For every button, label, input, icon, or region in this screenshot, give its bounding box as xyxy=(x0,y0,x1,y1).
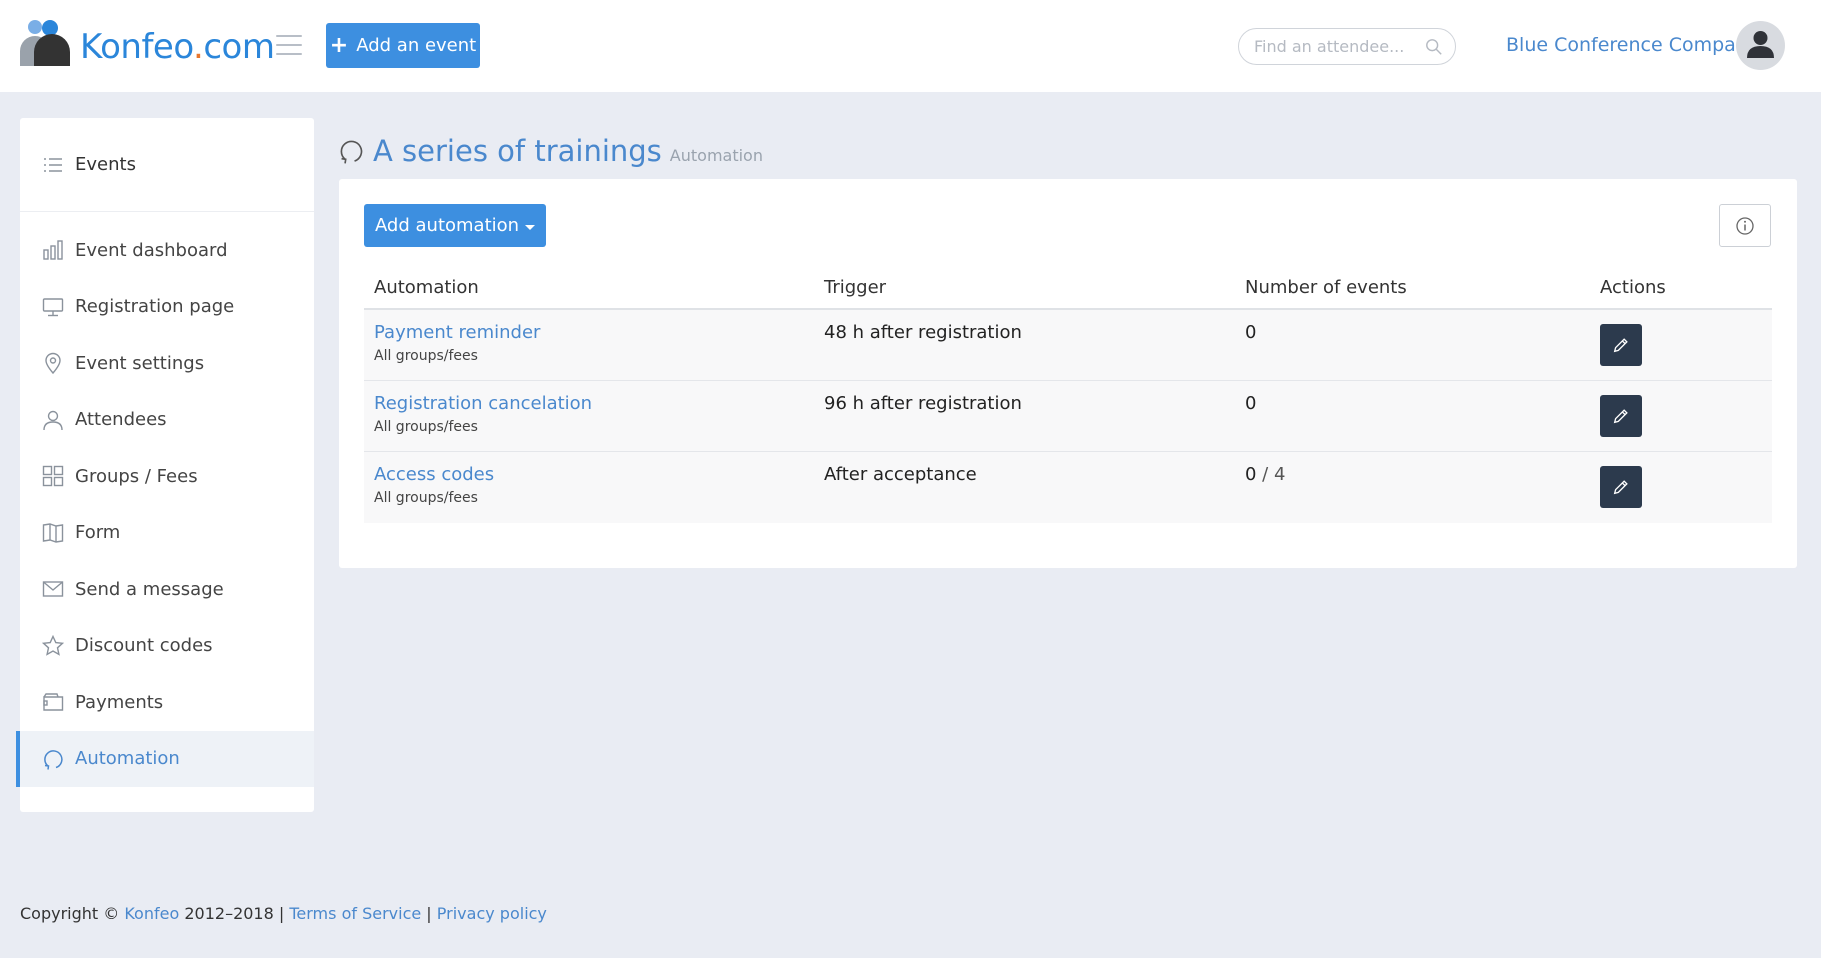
sidebar-item-groups-fees[interactable]: Groups / Fees xyxy=(20,448,314,505)
monitor-icon xyxy=(42,298,64,316)
page-title[interactable]: A series of trainings xyxy=(373,134,662,168)
terms-of-service-link[interactable]: Terms of Service xyxy=(289,904,421,923)
list-icon xyxy=(44,157,62,172)
sidebar-item-form[interactable]: Form xyxy=(20,505,314,562)
company-name-link[interactable]: Blue Conference Company xyxy=(1506,34,1759,56)
automation-table: Automation Trigger Number of events Acti… xyxy=(364,267,1772,523)
trigger-text: 96 h after registration xyxy=(824,393,1022,414)
event-count: 0 xyxy=(1245,322,1257,343)
refresh-icon xyxy=(340,140,363,164)
avatar[interactable] xyxy=(1736,21,1785,70)
table-row: Payment reminder All groups/fees 48 h af… xyxy=(364,310,1772,381)
plus-icon: + xyxy=(329,32,349,58)
logo-mark-icon xyxy=(20,20,72,66)
search-icon[interactable] xyxy=(1425,38,1443,56)
edit-button[interactable] xyxy=(1600,324,1642,366)
trigger-text: 48 h after registration xyxy=(824,322,1022,343)
refresh-icon xyxy=(44,749,63,770)
footer: Copyright © Konfeo 2012–2018 | Terms of … xyxy=(20,904,547,923)
sidebar-item-label: Event settings xyxy=(75,352,205,374)
sidebar-item-label: Registration page xyxy=(75,296,235,318)
sidebar-nav: Event dashboard Registration page Event … xyxy=(16,212,314,787)
info-button[interactable] xyxy=(1719,204,1771,247)
automation-scope: All groups/fees xyxy=(374,348,478,364)
add-event-label: Add an event xyxy=(356,35,477,56)
sidebar-item-event-dashboard[interactable]: Event dashboard xyxy=(20,222,314,279)
hamburger-menu-icon[interactable] xyxy=(276,35,302,55)
grid-icon xyxy=(42,466,64,487)
sidebar-item-label: Payments xyxy=(75,691,164,713)
sidebar-item-label: Events xyxy=(75,154,136,175)
automation-scope: All groups/fees xyxy=(374,419,478,435)
search-input[interactable] xyxy=(1254,37,1425,56)
edit-button[interactable] xyxy=(1600,395,1642,437)
wallet-icon xyxy=(43,693,64,711)
add-automation-label: Add automation xyxy=(374,215,520,236)
user-silhouette-icon xyxy=(1747,31,1774,58)
logo[interactable]: Konfeo.com xyxy=(20,18,275,67)
sidebar-item-label: Form xyxy=(75,522,121,544)
column-header-trigger: Trigger xyxy=(824,277,887,298)
sidebar-item-events[interactable]: Events xyxy=(20,118,314,212)
trigger-text: After acceptance xyxy=(824,464,977,485)
pencil-icon xyxy=(1613,480,1628,495)
page-header: A series of trainings Automation xyxy=(338,134,763,168)
sidebar-item-label: Attendees xyxy=(75,409,167,431)
table-header: Automation Trigger Number of events Acti… xyxy=(364,267,1772,310)
sidebar-item-payments[interactable]: Payments xyxy=(20,674,314,731)
column-header-actions: Actions xyxy=(1600,277,1666,298)
add-automation-button[interactable]: Add automation xyxy=(364,204,546,247)
envelope-icon xyxy=(42,581,64,597)
edit-button[interactable] xyxy=(1600,466,1642,508)
automation-name-link[interactable]: Registration cancelation xyxy=(374,393,824,414)
sidebar-item-discount-codes[interactable]: Discount codes xyxy=(20,618,314,675)
page-subtitle: Automation xyxy=(669,146,763,165)
logo-text: Konfeo.com xyxy=(80,27,275,67)
user-icon xyxy=(43,410,63,430)
sidebar-item-label: Automation xyxy=(75,748,180,770)
sidebar-item-attendees[interactable]: Attendees xyxy=(20,392,314,449)
copyright-years: 2012–2018 xyxy=(184,904,274,923)
column-header-number-of-events: Number of events xyxy=(1245,277,1407,298)
automation-name-link[interactable]: Payment reminder xyxy=(374,322,824,343)
add-event-button[interactable]: + Add an event xyxy=(326,23,480,68)
event-total: / 4 xyxy=(1256,464,1286,485)
sidebar-item-automation[interactable]: Automation xyxy=(16,730,314,787)
table-row: Access codes All groups/fees After accep… xyxy=(364,452,1772,523)
automation-scope: All groups/fees xyxy=(374,490,478,506)
sidebar: Events Event dashboard Registration page xyxy=(16,118,314,812)
bar-chart-icon xyxy=(43,240,63,260)
automation-panel: Add automation Automation Trigger Number… xyxy=(339,179,1797,568)
map-pin-icon xyxy=(45,353,61,375)
star-icon xyxy=(42,634,64,656)
pencil-icon xyxy=(1613,338,1628,353)
automation-name-link[interactable]: Access codes xyxy=(374,464,824,485)
sidebar-item-registration-page[interactable]: Registration page xyxy=(20,279,314,336)
event-count: 0 xyxy=(1245,464,1257,485)
footer-separator: | xyxy=(426,904,432,923)
pencil-icon xyxy=(1613,409,1628,424)
sidebar-item-label: Groups / Fees xyxy=(75,465,198,487)
sidebar-item-label: Send a message xyxy=(75,578,224,600)
info-icon xyxy=(1736,216,1754,235)
sidebar-item-label: Discount codes xyxy=(75,635,213,657)
top-bar: Konfeo.com + Add an event Blue Conferenc… xyxy=(0,0,1821,92)
book-icon xyxy=(42,523,64,543)
caret-down-icon xyxy=(525,224,536,230)
privacy-policy-link[interactable]: Privacy policy xyxy=(437,904,547,923)
sidebar-item-event-settings[interactable]: Event settings xyxy=(20,335,314,392)
attendee-search xyxy=(1238,28,1456,65)
copyright-text: Copyright © xyxy=(20,904,120,923)
footer-separator: | xyxy=(278,904,285,923)
footer-brand-link[interactable]: Konfeo xyxy=(124,904,179,923)
column-header-automation: Automation xyxy=(374,277,479,298)
sidebar-item-send-message[interactable]: Send a message xyxy=(20,561,314,618)
event-count: 0 xyxy=(1245,393,1257,414)
sidebar-item-label: Event dashboard xyxy=(75,239,228,261)
table-row: Registration cancelation All groups/fees… xyxy=(364,381,1772,452)
